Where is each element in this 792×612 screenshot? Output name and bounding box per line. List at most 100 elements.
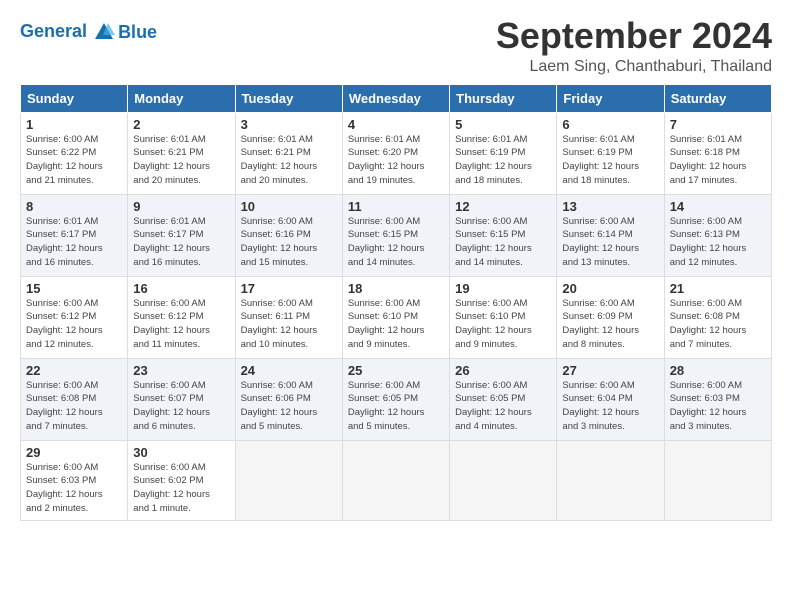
table-row: 11Sunrise: 6:00 AM Sunset: 6:15 PM Dayli… (342, 194, 449, 276)
table-row: 27Sunrise: 6:00 AM Sunset: 6:04 PM Dayli… (557, 358, 664, 440)
day-info: Sunrise: 6:00 AM Sunset: 6:22 PM Dayligh… (26, 133, 122, 188)
day-number: 28 (670, 363, 766, 378)
calendar-header-row: Sunday Monday Tuesday Wednesday Thursday… (21, 84, 772, 112)
day-info: Sunrise: 6:00 AM Sunset: 6:10 PM Dayligh… (455, 297, 551, 352)
day-info: Sunrise: 6:00 AM Sunset: 6:05 PM Dayligh… (455, 379, 551, 434)
calendar-table: Sunday Monday Tuesday Wednesday Thursday… (20, 84, 772, 521)
day-info: Sunrise: 6:00 AM Sunset: 6:04 PM Dayligh… (562, 379, 658, 434)
table-row: 13Sunrise: 6:00 AM Sunset: 6:14 PM Dayli… (557, 194, 664, 276)
table-row: 22Sunrise: 6:00 AM Sunset: 6:08 PM Dayli… (21, 358, 128, 440)
table-row: 26Sunrise: 6:00 AM Sunset: 6:05 PM Dayli… (450, 358, 557, 440)
table-row: 19Sunrise: 6:00 AM Sunset: 6:10 PM Dayli… (450, 276, 557, 358)
day-info: Sunrise: 6:01 AM Sunset: 6:19 PM Dayligh… (562, 133, 658, 188)
day-number: 22 (26, 363, 122, 378)
table-row: 15Sunrise: 6:00 AM Sunset: 6:12 PM Dayli… (21, 276, 128, 358)
logo-general: General (20, 20, 87, 40)
table-row: 21Sunrise: 6:00 AM Sunset: 6:08 PM Dayli… (664, 276, 771, 358)
month-title: September 2024 (496, 16, 772, 56)
day-info: Sunrise: 6:00 AM Sunset: 6:14 PM Dayligh… (562, 215, 658, 270)
day-number: 24 (241, 363, 337, 378)
table-row: 7Sunrise: 6:01 AM Sunset: 6:18 PM Daylig… (664, 112, 771, 194)
col-monday: Monday (128, 84, 235, 112)
day-info: Sunrise: 6:01 AM Sunset: 6:17 PM Dayligh… (133, 215, 229, 270)
day-info: Sunrise: 6:01 AM Sunset: 6:20 PM Dayligh… (348, 133, 444, 188)
table-row: 3Sunrise: 6:01 AM Sunset: 6:21 PM Daylig… (235, 112, 342, 194)
table-row: 24Sunrise: 6:00 AM Sunset: 6:06 PM Dayli… (235, 358, 342, 440)
table-row: 4Sunrise: 6:01 AM Sunset: 6:20 PM Daylig… (342, 112, 449, 194)
table-row: 2Sunrise: 6:01 AM Sunset: 6:21 PM Daylig… (128, 112, 235, 194)
day-number: 4 (348, 117, 444, 132)
day-number: 6 (562, 117, 658, 132)
location-title: Laem Sing, Chanthaburi, Thailand (496, 58, 772, 76)
day-info: Sunrise: 6:01 AM Sunset: 6:21 PM Dayligh… (133, 133, 229, 188)
table-row: 5Sunrise: 6:01 AM Sunset: 6:19 PM Daylig… (450, 112, 557, 194)
col-thursday: Thursday (450, 84, 557, 112)
table-row (342, 440, 449, 520)
day-number: 5 (455, 117, 551, 132)
day-info: Sunrise: 6:00 AM Sunset: 6:12 PM Dayligh… (26, 297, 122, 352)
table-row: 16Sunrise: 6:00 AM Sunset: 6:12 PM Dayli… (128, 276, 235, 358)
table-row: 18Sunrise: 6:00 AM Sunset: 6:10 PM Dayli… (342, 276, 449, 358)
day-info: Sunrise: 6:00 AM Sunset: 6:08 PM Dayligh… (26, 379, 122, 434)
logo-text: General (20, 21, 116, 43)
day-number: 20 (562, 281, 658, 296)
table-row (235, 440, 342, 520)
day-number: 14 (670, 199, 766, 214)
day-info: Sunrise: 6:00 AM Sunset: 6:10 PM Dayligh… (348, 297, 444, 352)
table-row (450, 440, 557, 520)
day-info: Sunrise: 6:01 AM Sunset: 6:19 PM Dayligh… (455, 133, 551, 188)
table-row: 17Sunrise: 6:00 AM Sunset: 6:11 PM Dayli… (235, 276, 342, 358)
day-number: 19 (455, 281, 551, 296)
logo-icon (93, 21, 115, 43)
day-info: Sunrise: 6:00 AM Sunset: 6:08 PM Dayligh… (670, 297, 766, 352)
table-row: 8Sunrise: 6:01 AM Sunset: 6:17 PM Daylig… (21, 194, 128, 276)
day-number: 1 (26, 117, 122, 132)
day-info: Sunrise: 6:00 AM Sunset: 6:07 PM Dayligh… (133, 379, 229, 434)
table-row: 29Sunrise: 6:00 AM Sunset: 6:03 PM Dayli… (21, 440, 128, 520)
day-number: 25 (348, 363, 444, 378)
header: General Blue September 2024 Laem Sing, C… (20, 16, 772, 76)
day-number: 7 (670, 117, 766, 132)
day-number: 13 (562, 199, 658, 214)
day-number: 8 (26, 199, 122, 214)
table-row: 9Sunrise: 6:01 AM Sunset: 6:17 PM Daylig… (128, 194, 235, 276)
table-row: 23Sunrise: 6:00 AM Sunset: 6:07 PM Dayli… (128, 358, 235, 440)
day-info: Sunrise: 6:00 AM Sunset: 6:12 PM Dayligh… (133, 297, 229, 352)
day-number: 26 (455, 363, 551, 378)
logo-blue: Blue (118, 22, 157, 43)
day-number: 12 (455, 199, 551, 214)
logo: General Blue (20, 20, 157, 43)
day-number: 18 (348, 281, 444, 296)
table-row: 14Sunrise: 6:00 AM Sunset: 6:13 PM Dayli… (664, 194, 771, 276)
col-saturday: Saturday (664, 84, 771, 112)
day-info: Sunrise: 6:00 AM Sunset: 6:03 PM Dayligh… (670, 379, 766, 434)
day-info: Sunrise: 6:00 AM Sunset: 6:16 PM Dayligh… (241, 215, 337, 270)
title-block: September 2024 Laem Sing, Chanthaburi, T… (496, 16, 772, 76)
table-row: 30Sunrise: 6:00 AM Sunset: 6:02 PM Dayli… (128, 440, 235, 520)
day-number: 21 (670, 281, 766, 296)
col-tuesday: Tuesday (235, 84, 342, 112)
day-info: Sunrise: 6:00 AM Sunset: 6:15 PM Dayligh… (348, 215, 444, 270)
day-info: Sunrise: 6:00 AM Sunset: 6:11 PM Dayligh… (241, 297, 337, 352)
day-number: 15 (26, 281, 122, 296)
day-number: 16 (133, 281, 229, 296)
day-number: 9 (133, 199, 229, 214)
table-row: 6Sunrise: 6:01 AM Sunset: 6:19 PM Daylig… (557, 112, 664, 194)
day-info: Sunrise: 6:00 AM Sunset: 6:06 PM Dayligh… (241, 379, 337, 434)
table-row: 25Sunrise: 6:00 AM Sunset: 6:05 PM Dayli… (342, 358, 449, 440)
table-row (557, 440, 664, 520)
col-wednesday: Wednesday (342, 84, 449, 112)
day-number: 27 (562, 363, 658, 378)
day-number: 10 (241, 199, 337, 214)
day-info: Sunrise: 6:01 AM Sunset: 6:17 PM Dayligh… (26, 215, 122, 270)
day-info: Sunrise: 6:00 AM Sunset: 6:02 PM Dayligh… (133, 461, 229, 516)
main-container: General Blue September 2024 Laem Sing, C… (0, 0, 792, 531)
col-friday: Friday (557, 84, 664, 112)
day-info: Sunrise: 6:00 AM Sunset: 6:13 PM Dayligh… (670, 215, 766, 270)
day-number: 3 (241, 117, 337, 132)
table-row: 20Sunrise: 6:00 AM Sunset: 6:09 PM Dayli… (557, 276, 664, 358)
day-info: Sunrise: 6:00 AM Sunset: 6:15 PM Dayligh… (455, 215, 551, 270)
day-number: 30 (133, 445, 229, 460)
table-row: 28Sunrise: 6:00 AM Sunset: 6:03 PM Dayli… (664, 358, 771, 440)
day-info: Sunrise: 6:00 AM Sunset: 6:03 PM Dayligh… (26, 461, 122, 516)
